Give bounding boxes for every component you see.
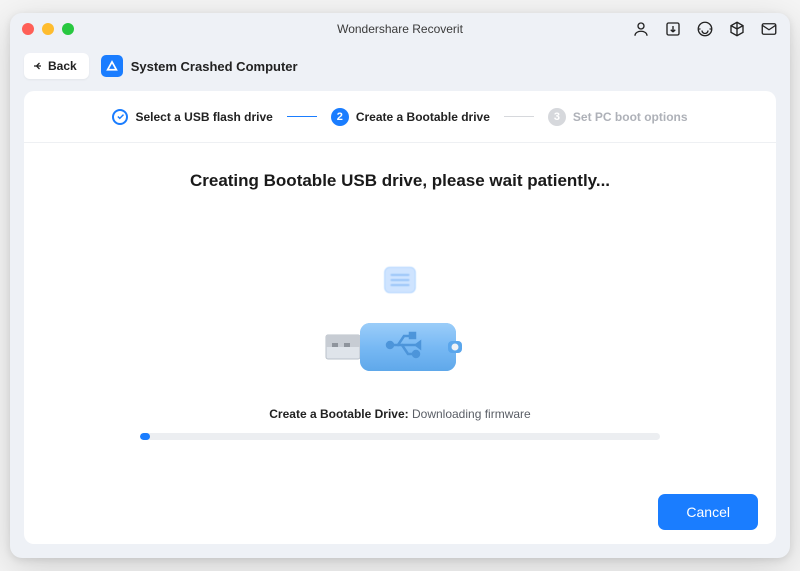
step-connector-2 [504,116,534,118]
step-active-number: 2 [331,108,349,126]
progress-status: Create a Bootable Drive: Downloading fir… [269,407,530,421]
step-connector-1 [287,116,317,118]
breadcrumb: System Crashed Computer [101,55,298,77]
traffic-lights [22,23,74,35]
progress-status-value: Downloading firmware [409,407,531,421]
progress-status-label: Create a Bootable Drive: [269,407,408,421]
fullscreen-window-button[interactable] [62,23,74,35]
illustration [320,221,480,381]
mail-icon[interactable] [760,20,778,38]
titlebar-actions [632,20,778,38]
app-window: Wondershare Recoverit Back System Crashe… [10,13,790,558]
close-window-button[interactable] [22,23,34,35]
system-crash-icon [101,55,123,77]
file-transfer-icon [383,265,417,295]
back-button-label: Back [48,59,77,73]
step-3: 3 Set PC boot options [548,108,688,126]
step-2: 2 Create a Bootable drive [331,108,490,126]
titlebar: Wondershare Recoverit [10,13,790,45]
subheader: Back System Crashed Computer [10,45,790,87]
stepper: Select a USB flash drive 2 Create a Boot… [24,91,776,143]
step-1: Select a USB flash drive [112,109,272,125]
usb-drive-icon [320,313,480,381]
progress-fill [140,433,150,440]
user-icon[interactable] [632,20,650,38]
step-2-label: Create a Bootable drive [356,110,490,124]
step-pending-number: 3 [548,108,566,126]
step-1-label: Select a USB flash drive [135,110,272,124]
back-button[interactable]: Back [24,53,89,79]
main-card: Select a USB flash drive 2 Create a Boot… [24,91,776,544]
arrow-left-icon [32,60,44,72]
progress-bar [140,433,660,440]
footer: Cancel [24,480,776,544]
content-area: Creating Bootable USB drive, please wait… [24,143,776,480]
step-done-icon [112,109,128,125]
page-heading: Creating Bootable USB drive, please wait… [190,171,610,191]
cancel-button[interactable]: Cancel [658,494,758,530]
support-icon[interactable] [696,20,714,38]
minimize-window-button[interactable] [42,23,54,35]
import-icon[interactable] [664,20,682,38]
breadcrumb-label: System Crashed Computer [131,59,298,74]
step-3-label: Set PC boot options [573,110,688,124]
cube-icon[interactable] [728,20,746,38]
